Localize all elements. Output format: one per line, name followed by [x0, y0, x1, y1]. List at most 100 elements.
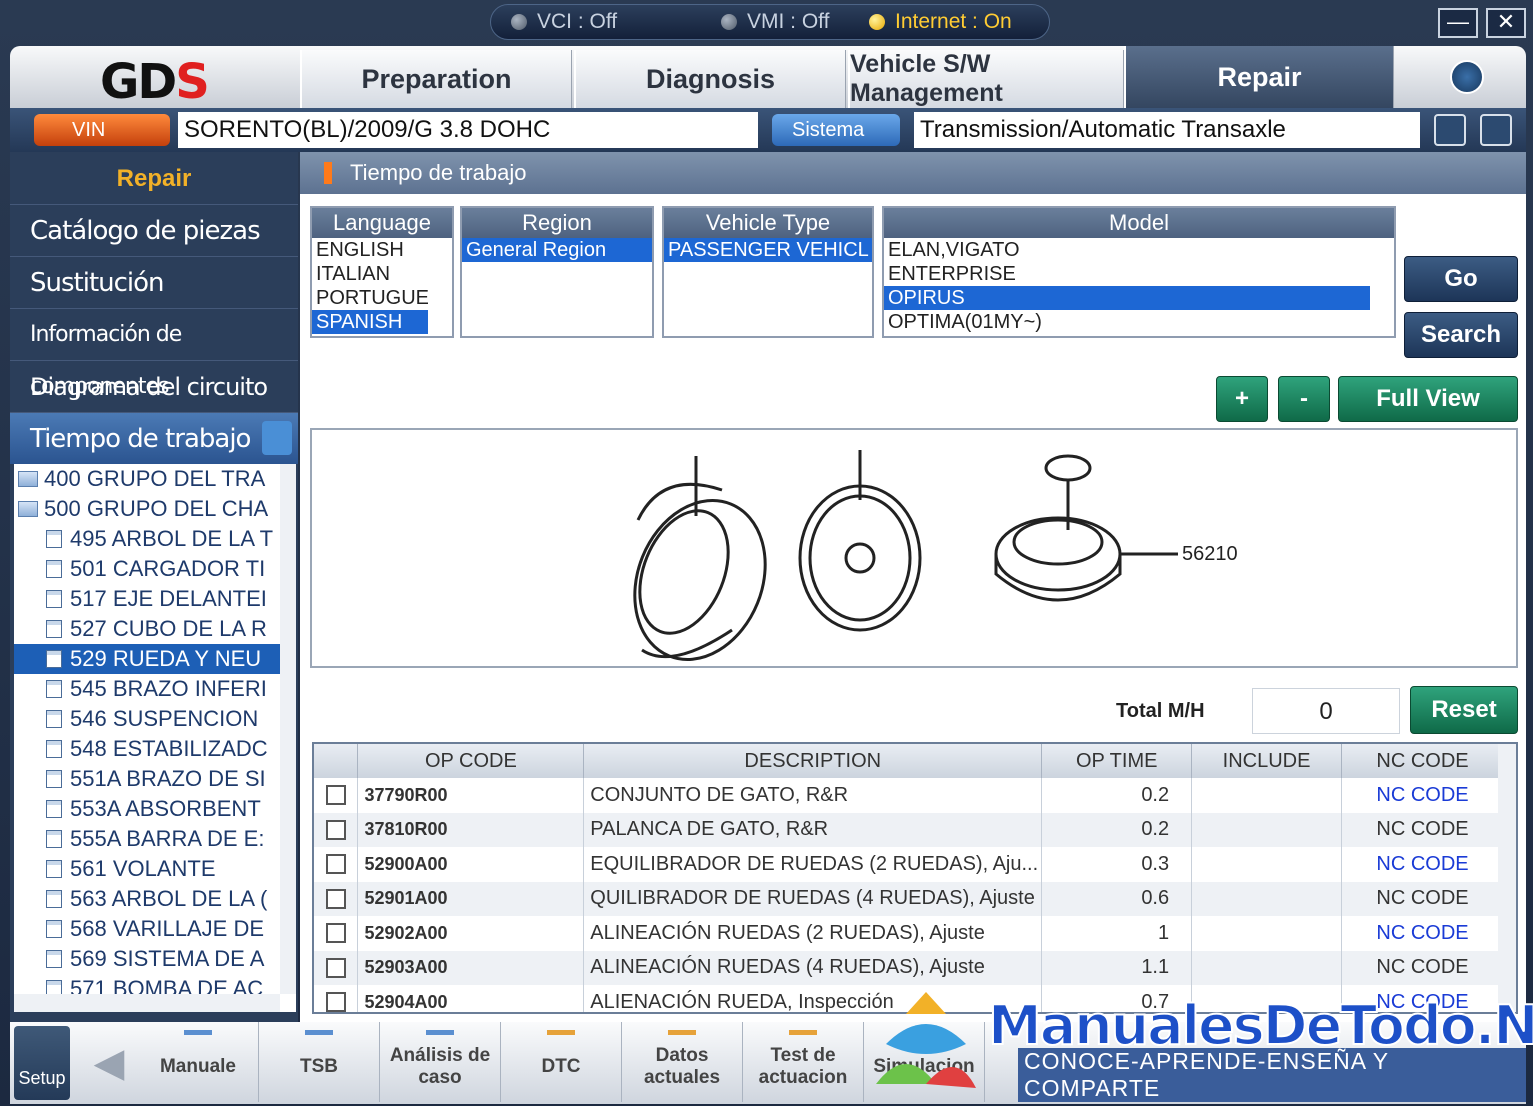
nc-code-cell[interactable]: NC CODE [1341, 916, 1504, 951]
table-row[interactable]: 52902A00 ALINEACIÓN RUEDAS (2 RUEDAS), Aj… [314, 916, 1504, 951]
table-vertical-scrollbar[interactable] [1498, 744, 1516, 1012]
reset-button[interactable]: Reset [1410, 686, 1518, 734]
gds-logo: GDS [100, 54, 210, 110]
vehicle-type-list[interactable]: Vehicle Type PASSENGER VEHICL [662, 206, 874, 338]
region-option[interactable]: General Region [462, 238, 652, 262]
row-checkbox[interactable] [325, 992, 346, 1012]
simulation-button[interactable]: Simulacion [864, 1022, 985, 1102]
tree-node[interactable]: 517 EJE DELANTEI [14, 584, 296, 614]
tsb-button[interactable]: TSB [259, 1022, 380, 1102]
system-button[interactable]: Sistema [772, 114, 900, 146]
language-list[interactable]: Language ENGLISH ITALIAN PORTUGUE SPANISH [310, 206, 454, 338]
zoom-in-button[interactable]: + [1216, 376, 1268, 422]
language-option[interactable]: ENGLISH [312, 238, 428, 262]
manual-button[interactable]: Manuale [138, 1022, 259, 1102]
row-checkbox[interactable] [325, 854, 346, 875]
tree-node[interactable]: 548 ESTABILIZADC [14, 734, 296, 764]
actuation-test-button[interactable]: Test de actuacion [743, 1022, 864, 1102]
op-time-header[interactable]: OP TIME [1041, 744, 1193, 778]
tree-node-label: 527 CUBO DE LA R [70, 616, 267, 641]
table-row[interactable]: 52903A00 ALINEACIÓN RUEDAS (4 RUEDAS), Aj… [314, 950, 1504, 985]
tree-node[interactable]: 563 ARBOL DE LA ( [14, 884, 296, 914]
search-button[interactable]: Search [1404, 312, 1518, 358]
model-options[interactable]: ELAN,VIGATO ENTERPRISE OPIRUS OPTIMA(01MY~) [884, 238, 1370, 334]
description-header[interactable]: DESCRIPTION [583, 744, 1043, 778]
model-option[interactable]: OPIRUS [884, 286, 1370, 310]
op-code-header[interactable]: OP CODE [357, 744, 585, 778]
tire-drawing [633, 456, 767, 661]
tab-preparation[interactable]: Preparation [300, 50, 572, 108]
model-option[interactable]: OPTIMA(01MY~) [884, 310, 1370, 334]
row-checkbox[interactable] [325, 888, 346, 909]
row-checkbox[interactable] [325, 819, 346, 840]
tree-node-label: 553A ABSORBENT [70, 796, 261, 821]
language-options[interactable]: ENGLISH ITALIAN PORTUGUE SPANISH [312, 238, 452, 334]
search-icon[interactable] [1450, 60, 1484, 94]
case-analysis-button[interactable]: Análisis de caso [380, 1022, 501, 1102]
camera-icon[interactable] [1434, 114, 1466, 146]
sidebar-item-circuit-diagram[interactable]: Diagrama del circuito [10, 360, 298, 412]
tree-node[interactable]: 555A BARRA DE E: [14, 824, 296, 854]
include-cell [1191, 985, 1343, 1012]
model-list[interactable]: Model ELAN,VIGATO ENTERPRISE OPIRUS OPTIMA(… [882, 206, 1396, 338]
language-option[interactable]: ITALIAN [312, 262, 428, 286]
select-cell [314, 916, 359, 951]
tree-node[interactable]: 551A BRAZO DE SI [14, 764, 296, 794]
zoom-out-button[interactable]: - [1278, 376, 1330, 422]
vin-button[interactable]: VIN [34, 114, 170, 146]
tab-diagnosis[interactable]: Diagnosis [574, 50, 846, 108]
row-checkbox[interactable] [325, 785, 346, 806]
sidebar-item-replacement[interactable]: Sustitución [10, 256, 298, 308]
tree-node[interactable]: 561 VOLANTE [14, 854, 296, 884]
row-checkbox[interactable] [325, 923, 346, 944]
scroll-left-icon[interactable]: ◀ [80, 1026, 138, 1100]
full-view-button[interactable]: Full View [1338, 376, 1518, 422]
tree-node[interactable]: 546 SUSPENCION [14, 704, 296, 734]
tab-repair[interactable]: Repair [1124, 46, 1394, 108]
dtc-button[interactable]: DTC [501, 1022, 622, 1102]
model-option[interactable]: ENTERPRISE [884, 262, 1370, 286]
tree-node[interactable]: 500 GRUPO DEL CHA [14, 494, 296, 524]
vehicle-type-header: Vehicle Type [664, 208, 872, 238]
minimize-button[interactable]: — [1438, 8, 1478, 38]
nc-code-cell[interactable]: NC CODE [1341, 985, 1504, 1012]
tree-node[interactable]: 400 GRUPO DEL TRA [14, 464, 296, 494]
table-row[interactable]: 52901A00 QUILIBRADOR DE RUEDAS (4 RUEDAS)… [314, 881, 1504, 916]
model-option[interactable]: ELAN,VIGATO [884, 238, 1370, 262]
table-row[interactable]: 37810R00 PALANCA DE GATO, R&R 0.2 NC CODE [314, 812, 1504, 847]
language-option[interactable]: PORTUGUE [312, 286, 428, 310]
sidebar-item-component-info[interactable]: Información de componentes [10, 308, 298, 399]
table-row[interactable]: 52900A00 EQUILIBRADOR DE RUEDAS (2 RUEDAS… [314, 847, 1504, 882]
language-option[interactable]: SPANISH [312, 310, 428, 334]
vehicle-type-option[interactable]: PASSENGER VEHICL [664, 238, 872, 262]
tree-node[interactable]: 527 CUBO DE LA R [14, 614, 296, 644]
nc-code-header[interactable]: NC CODE [1341, 744, 1504, 778]
nc-code-cell[interactable]: NC CODE [1341, 847, 1504, 882]
table-row[interactable]: 37790R00 CONJUNTO DE GATO, R&R 0.2 NC CODE [314, 778, 1504, 813]
tree-vertical-scrollbar[interactable] [280, 464, 296, 994]
setup-button[interactable]: Setup [14, 1026, 70, 1100]
parts-diagram[interactable]: 56210 [310, 428, 1518, 668]
tab-vehicle-sw-management[interactable]: Vehicle S/W Management [848, 50, 1124, 108]
tree-horizontal-scrollbar[interactable] [14, 994, 280, 1012]
table-row[interactable]: 52904A00 ALIENACIÓN RUEDA, Inspección 0.7 N… [314, 985, 1504, 1012]
sidebar-item-labor-time[interactable]: Tiempo de trabajo [10, 412, 298, 464]
tree-node[interactable]: 501 CARGADOR TI [14, 554, 296, 584]
go-button[interactable]: Go [1404, 256, 1518, 302]
current-data-button[interactable]: Datos actuales [622, 1022, 743, 1102]
tree-node[interactable]: 545 BRAZO INFERI [14, 674, 296, 704]
tree-node-label: 555A BARRA DE E: [70, 826, 265, 851]
tree-node[interactable]: 568 VARILLAJE DE [14, 914, 296, 944]
sidebar-item-parts-catalog[interactable]: Catálogo de piezas [10, 204, 298, 256]
region-list[interactable]: Region General Region [460, 206, 654, 338]
tree-node[interactable]: 553A ABSORBENT [14, 794, 296, 824]
tree-node[interactable]: 529 RUEDA Y NEU [14, 644, 296, 674]
close-button[interactable]: ✕ [1486, 8, 1526, 38]
nc-code-cell[interactable]: NC CODE [1341, 778, 1504, 813]
print-icon[interactable] [1480, 114, 1512, 146]
include-header[interactable]: INCLUDE [1191, 744, 1343, 778]
row-checkbox[interactable] [325, 957, 346, 978]
part-number-label[interactable]: 56210 [1182, 543, 1238, 565]
tree-node[interactable]: 569 SISTEMA DE A [14, 944, 296, 974]
tree-node[interactable]: 495 ARBOL DE LA T [14, 524, 296, 554]
